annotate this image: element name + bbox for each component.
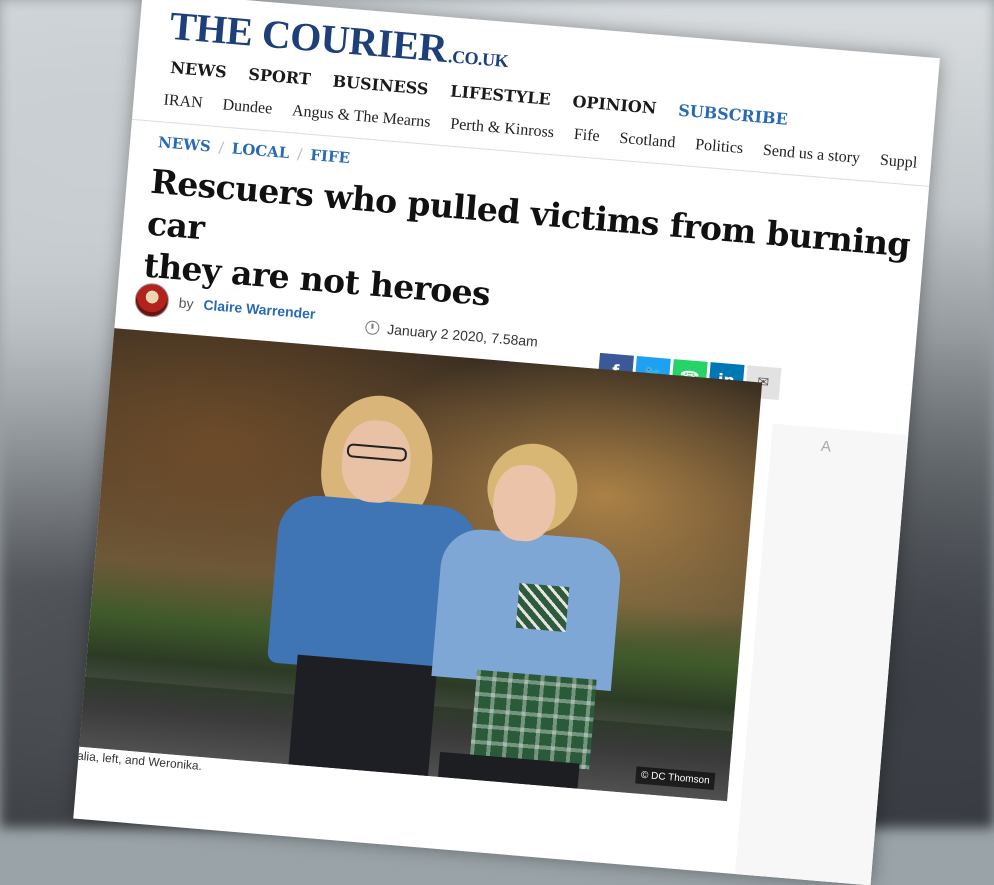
ad-label: A (820, 437, 832, 456)
author-avatar[interactable] (133, 281, 171, 319)
subnav-send-story[interactable]: Send us a story (762, 142, 860, 168)
subnav-fife[interactable]: Fife (573, 126, 600, 146)
breadcrumb-fife[interactable]: FIFE (310, 146, 351, 167)
nav-subscribe[interactable]: SUBSCRIBE (677, 101, 788, 129)
person-1-jeans (287, 654, 438, 786)
breadcrumb-separator: / (296, 144, 304, 164)
nav-lifestyle[interactable]: LIFESTYLE (450, 81, 552, 108)
shirt-pocket-patch (515, 582, 570, 632)
nav-business[interactable]: BUSINESS (332, 72, 429, 99)
subnav-perth[interactable]: Perth & Kinross (450, 116, 555, 143)
byline-by: by (178, 294, 195, 312)
nav-opinion[interactable]: OPINION (572, 92, 657, 118)
article-page: THE COURIER.CO.UK NEWS SPORT BUSINESS LI… (73, 0, 940, 885)
nav-news[interactable]: NEWS (170, 58, 228, 82)
logo-domain: .CO.UK (447, 46, 509, 72)
subnav-angus[interactable]: Angus & The Mearns (291, 102, 431, 132)
nav-sport[interactable]: SPORT (248, 65, 312, 89)
clock-icon (364, 320, 380, 336)
subnav-iran[interactable]: IRAN (163, 92, 203, 113)
date-text: January 2 2020, 7.58am (386, 321, 539, 350)
author-link[interactable]: Claire Warrender (203, 297, 316, 322)
person-2-plaid (469, 669, 597, 770)
breadcrumb: NEWS / LOCAL / FIFE (157, 133, 350, 167)
publish-date: January 2 2020, 7.58am (364, 319, 539, 350)
subnav-dundee[interactable]: Dundee (222, 96, 273, 118)
article-photo[interactable]: © DC Thomson (73, 326, 763, 802)
subnav-politics[interactable]: Politics (694, 136, 744, 158)
breadcrumb-local[interactable]: LOCAL (231, 139, 290, 162)
breadcrumb-news[interactable]: NEWS (157, 133, 211, 155)
breadcrumb-separator: / (217, 138, 225, 157)
subnav-supplements[interactable]: Suppl (879, 152, 918, 173)
subnav-scotland[interactable]: Scotland (619, 130, 676, 153)
